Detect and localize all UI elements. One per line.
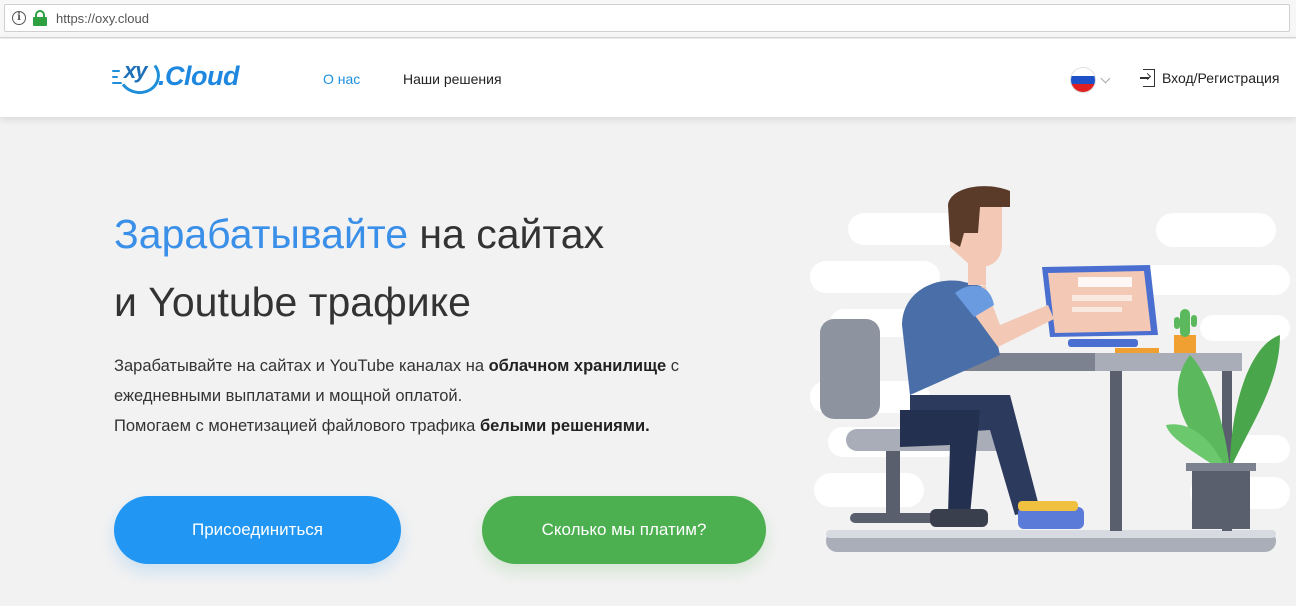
hero-description: Зарабатывайте на сайтах и YouTube канала… — [114, 351, 774, 441]
chevron-down-icon — [1100, 73, 1111, 83]
logo[interactable]: xy .Cloud — [112, 52, 239, 98]
nav-about[interactable]: О нас — [323, 71, 360, 87]
nav-solutions[interactable]: Наши решения — [403, 71, 502, 87]
site-header: xy .Cloud О нас Наши решения Вход/Регист… — [0, 39, 1296, 117]
info-icon[interactable]: i — [12, 11, 26, 25]
hero-title-line2: и Youtube трафике — [114, 279, 471, 325]
hero-title-rest: на сайтах — [408, 211, 605, 257]
hero-desc-text: ежедневными выплатами и мощной оплатой. — [114, 387, 463, 405]
hero-illustration — [810, 186, 1290, 552]
logo-mark-text: xy — [124, 58, 148, 83]
hero-desc-text: Зарабатывайте на сайтах и YouTube канала… — [114, 357, 489, 375]
hero-title-accent: Зарабатывайте — [114, 211, 409, 257]
hero-desc-bold: облачном хранилище — [488, 357, 667, 375]
url-field[interactable]: i https://oxy.cloud — [4, 4, 1290, 32]
how-much-we-pay-button[interactable]: Сколько мы платим? — [482, 496, 766, 564]
logo-wordmark: .Cloud — [158, 60, 239, 91]
login-link[interactable]: Вход/Регистрация — [1140, 69, 1279, 87]
login-label: Вход/Регистрация — [1162, 70, 1280, 86]
lock-icon[interactable] — [33, 10, 47, 26]
hero-desc-bold: белыми решениями. — [479, 417, 650, 435]
login-icon — [1140, 69, 1156, 87]
hero-desc-text: Помогаем с монетизацией файлового трафик… — [114, 417, 480, 435]
hero-desc-text: с — [666, 357, 680, 375]
logo-mark: xy — [112, 52, 163, 98]
url-text[interactable]: https://oxy.cloud — [56, 11, 149, 26]
russia-flag-icon — [1071, 68, 1095, 92]
browser-address-bar: i https://oxy.cloud — [0, 0, 1296, 38]
language-selector[interactable] — [1071, 68, 1111, 92]
join-button[interactable]: Присоединиться — [114, 496, 401, 564]
hero-title: Зарабатывайте на сайтах и Youtube трафик… — [114, 200, 604, 336]
